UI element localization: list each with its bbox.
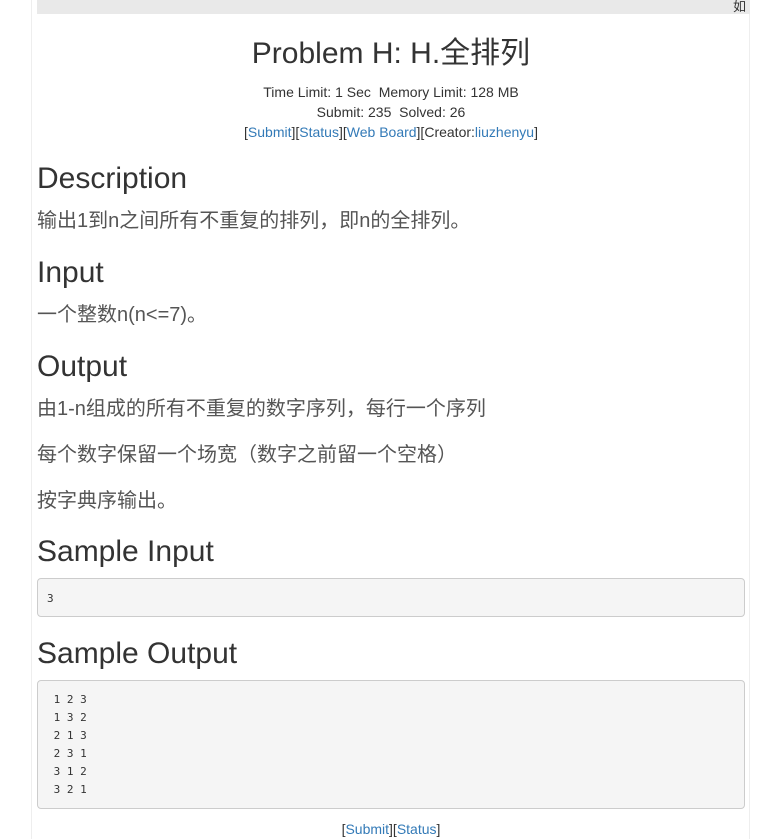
- top-strip-text: 如: [732, 0, 746, 14]
- input-text: 一个整数n(n<=7)。: [37, 304, 208, 326]
- output-line-3: 按字典序输出。: [37, 490, 177, 512]
- sample-output-box: 1 2 3 1 3 2 2 1 3 2 3 1 3 1 2 3 2 1: [37, 680, 745, 809]
- solved-count: 26: [449, 104, 466, 120]
- web-board-link[interactable]: Web Board: [347, 124, 417, 140]
- solved-count-label: Solved:: [399, 104, 446, 120]
- time-limit-label: Time Limit:: [263, 84, 332, 100]
- output-line-1: 由1-n组成的所有不重复的数字序列，每行一个序列: [37, 398, 486, 420]
- sample-output-line: 2 1 3: [47, 729, 87, 742]
- description-text: 输出1到n之间所有不重复的排列，即n的全排列。: [37, 210, 471, 232]
- creator-link[interactable]: liuzhenyu: [475, 124, 534, 140]
- bottom-nav-links: [Submit][Status]: [341, 821, 441, 837]
- time-limit-value: 1 Sec: [335, 84, 371, 100]
- top-strip: 如: [37, 0, 750, 14]
- creator-label: Creator:: [424, 124, 475, 140]
- submit-link[interactable]: Submit: [248, 124, 292, 140]
- output-heading: Output: [37, 350, 128, 383]
- memory-limit-value: 128 MB: [470, 84, 519, 100]
- status-link[interactable]: Status: [299, 124, 339, 140]
- sample-output-line: 1 2 3: [47, 693, 87, 706]
- memory-limit-label: Memory Limit:: [378, 84, 467, 100]
- bottom-submit-link[interactable]: Submit: [345, 821, 389, 837]
- sample-input-box: 3: [37, 578, 745, 617]
- sample-output-line: 1 3 2: [47, 711, 87, 724]
- description-heading: Description: [37, 162, 188, 195]
- stats-line: Submit: 235 Solved: 26: [37, 102, 745, 122]
- sample-input-line: 3: [47, 592, 54, 605]
- sample-output-line: 2 3 1: [47, 747, 87, 760]
- output-line-2: 每个数字保留一个场宽（数字之前留一个空格）: [37, 444, 457, 466]
- limits-line: Time Limit: 1 Sec Memory Limit: 128 MB: [37, 82, 745, 102]
- submit-count: 235: [368, 104, 392, 120]
- problem-title: Problem H: H.全排列: [251, 37, 531, 70]
- input-heading: Input: [37, 256, 104, 289]
- sample-input-heading: Sample Input: [37, 535, 214, 568]
- sample-output-heading: Sample Output: [37, 637, 238, 670]
- bottom-status-link[interactable]: Status: [397, 821, 437, 837]
- sample-output-line: 3 1 2: [47, 765, 87, 778]
- top-nav-links: [Submit][Status][Web Board][Creator:liuz…: [244, 124, 538, 140]
- sample-output-line: 3 2 1: [47, 783, 87, 796]
- submit-count-label: Submit:: [316, 104, 365, 120]
